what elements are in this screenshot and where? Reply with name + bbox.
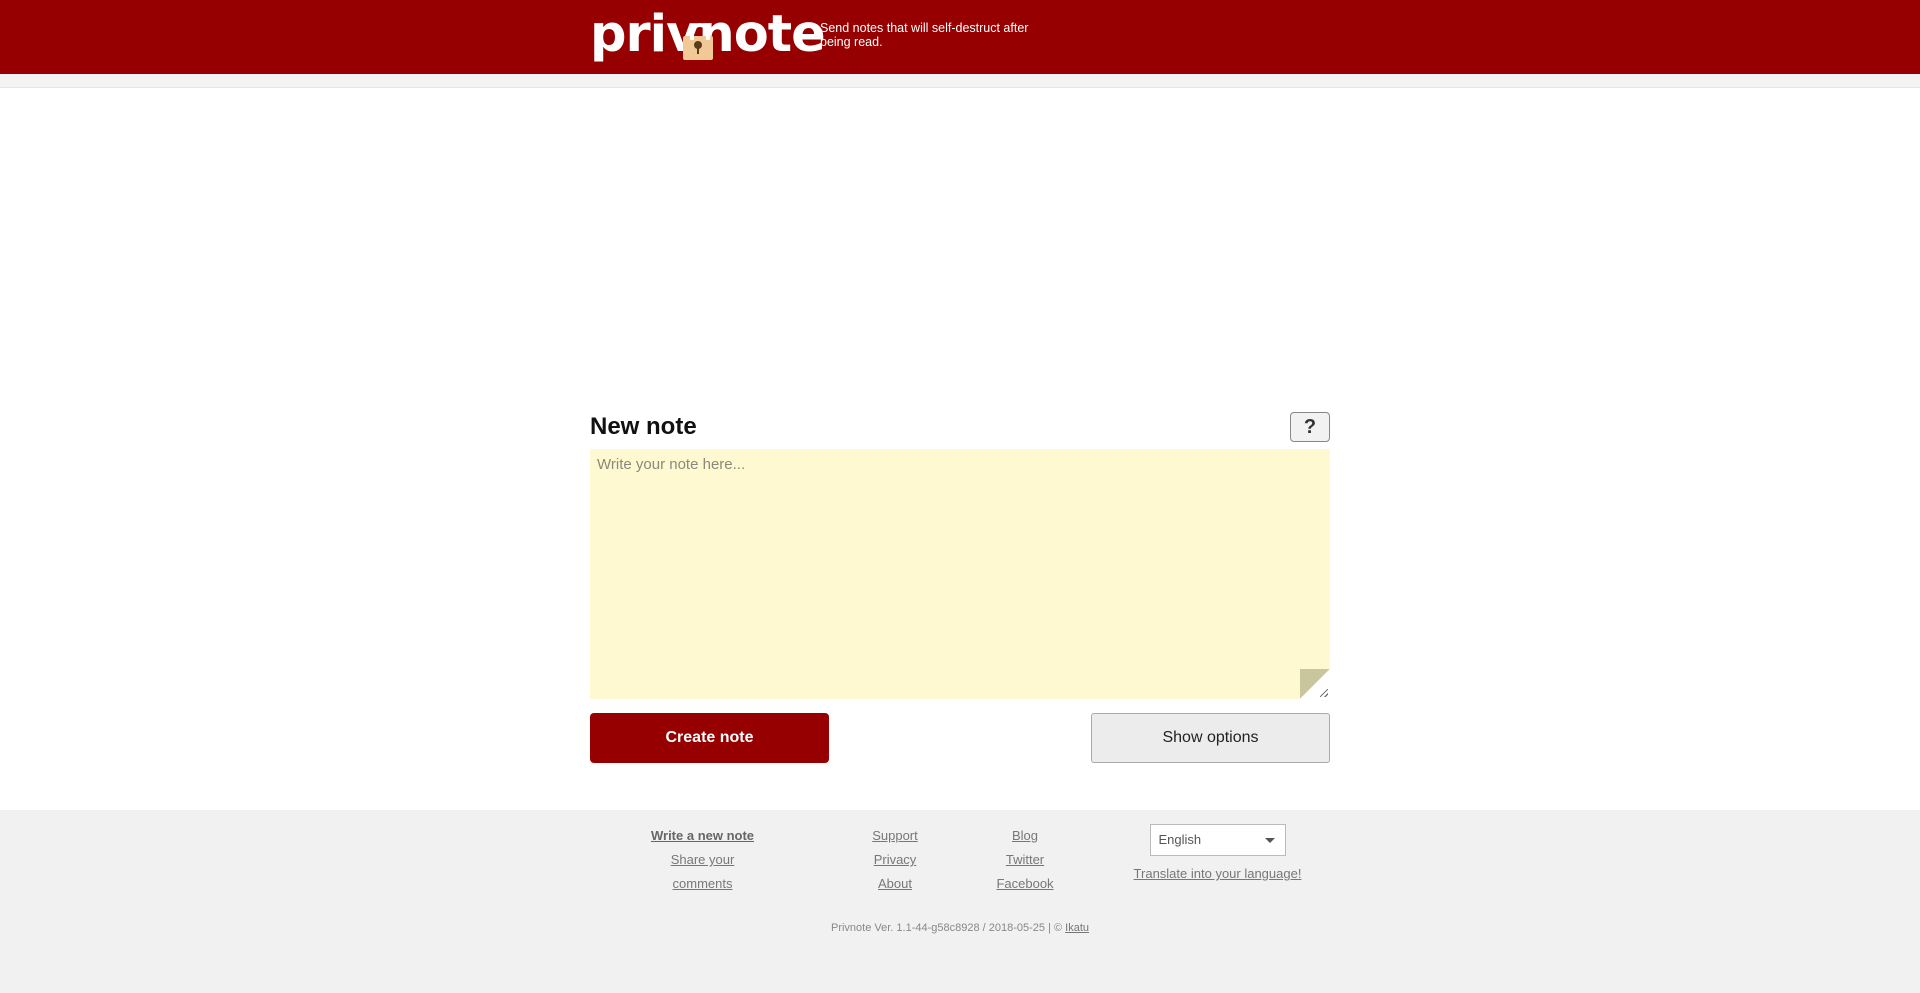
title-row: New note ?	[590, 410, 1330, 450]
lock-icon	[683, 23, 713, 60]
language-selected: English	[1158, 832, 1202, 847]
facebook-link[interactable]: Facebook	[985, 872, 1065, 896]
footer: Write a new note Share your comments Sup…	[0, 810, 1920, 993]
footer-column-3: Blog Twitter Facebook	[985, 824, 1065, 896]
language-select[interactable]: English	[1149, 824, 1286, 856]
page-title: New note	[590, 413, 697, 440]
new-note-form: New note ? Create note Show options	[590, 410, 1330, 763]
share-comments-link[interactable]: Share your comments	[640, 848, 765, 896]
write-new-note-link[interactable]: Write a new note	[640, 824, 765, 848]
translate-link[interactable]: Translate into your language!	[1130, 862, 1305, 886]
keyhole-icon	[694, 41, 702, 54]
about-link[interactable]: About	[860, 872, 930, 896]
chevron-down-icon	[1264, 838, 1275, 843]
header-divider	[0, 74, 1920, 88]
blog-link[interactable]: Blog	[985, 824, 1065, 848]
version-text: Privnote Ver. 1.1-44-g58c8928 / 2018-05-…	[830, 922, 1066, 934]
resize-handle[interactable]	[1320, 689, 1328, 697]
create-note-button[interactable]: Create note	[590, 713, 829, 763]
version-info: Privnote Ver. 1.1-44-g58c8928 / 2018-05-…	[0, 922, 1920, 934]
twitter-link[interactable]: Twitter	[985, 848, 1065, 872]
header: privn ote Send notes that will self-destr…	[0, 0, 1920, 74]
tagline: Send notes that will self-destruct after…	[820, 21, 1029, 49]
help-button[interactable]: ?	[1290, 412, 1330, 442]
privacy-link[interactable]: Privacy	[860, 848, 930, 872]
footer-language: English Translate into your language!	[1130, 824, 1305, 886]
show-options-button[interactable]: Show options	[1091, 713, 1330, 763]
logo-text-right: ote	[733, 4, 826, 64]
support-link[interactable]: Support	[860, 824, 930, 848]
note-area	[590, 449, 1330, 699]
footer-column-1: Write a new note Share your comments	[640, 824, 765, 896]
ikatu-link[interactable]: Ikatu	[1065, 922, 1089, 934]
note-textarea[interactable]	[590, 449, 1330, 699]
footer-column-2: Support Privacy About	[860, 824, 930, 896]
